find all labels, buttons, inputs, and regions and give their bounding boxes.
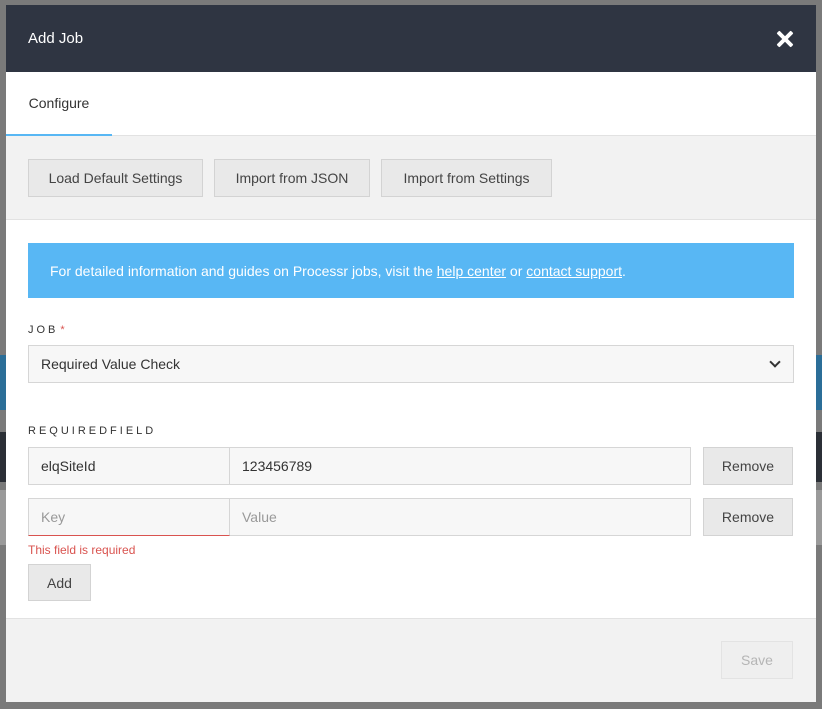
key-input[interactable]: [28, 498, 230, 536]
field-error-message: This field is required: [28, 543, 136, 557]
required-mark: *: [60, 324, 68, 336]
required-field-label: REQUIREDFIELD: [28, 425, 157, 437]
remove-button[interactable]: Remove: [703, 447, 793, 485]
save-button[interactable]: Save: [721, 641, 793, 679]
tab-configure[interactable]: Configure: [6, 72, 112, 136]
info-text: For detailed information and guides on P…: [50, 262, 437, 279]
add-job-modal: Add Job Configure Load Default Settings …: [6, 5, 816, 702]
modal-header: Add Job: [6, 5, 816, 72]
modal-title: Add Job: [28, 30, 84, 47]
key-value-row: Remove: [28, 498, 794, 536]
info-text: .: [622, 262, 626, 279]
job-select-value: Required Value Check: [41, 356, 181, 372]
value-input[interactable]: [230, 498, 691, 536]
load-default-settings-button[interactable]: Load Default Settings: [28, 159, 203, 197]
tab-bar: Configure: [6, 72, 816, 136]
key-value-row: Remove: [28, 447, 794, 485]
form-body: For detailed information and guides on P…: [6, 220, 816, 601]
job-select[interactable]: Required Value Check: [28, 345, 794, 383]
import-from-json-button[interactable]: Import from JSON: [214, 159, 370, 197]
modal-footer: Save: [6, 618, 816, 702]
remove-button[interactable]: Remove: [703, 498, 793, 536]
import-from-settings-button[interactable]: Import from Settings: [381, 159, 552, 197]
close-icon[interactable]: [776, 30, 794, 48]
key-input[interactable]: [28, 447, 230, 485]
contact-support-link[interactable]: contact support: [526, 263, 622, 279]
settings-toolbar: Load Default Settings Import from JSON I…: [6, 136, 816, 220]
job-label-text: JOB: [28, 324, 59, 336]
value-input[interactable]: [230, 447, 691, 485]
add-button[interactable]: Add: [28, 564, 91, 601]
job-label: JOB *: [28, 324, 794, 338]
info-banner: For detailed information and guides on P…: [28, 243, 794, 298]
info-text: or: [506, 262, 527, 279]
help-center-link[interactable]: help center: [437, 263, 506, 279]
chevron-down-icon: [769, 356, 781, 368]
